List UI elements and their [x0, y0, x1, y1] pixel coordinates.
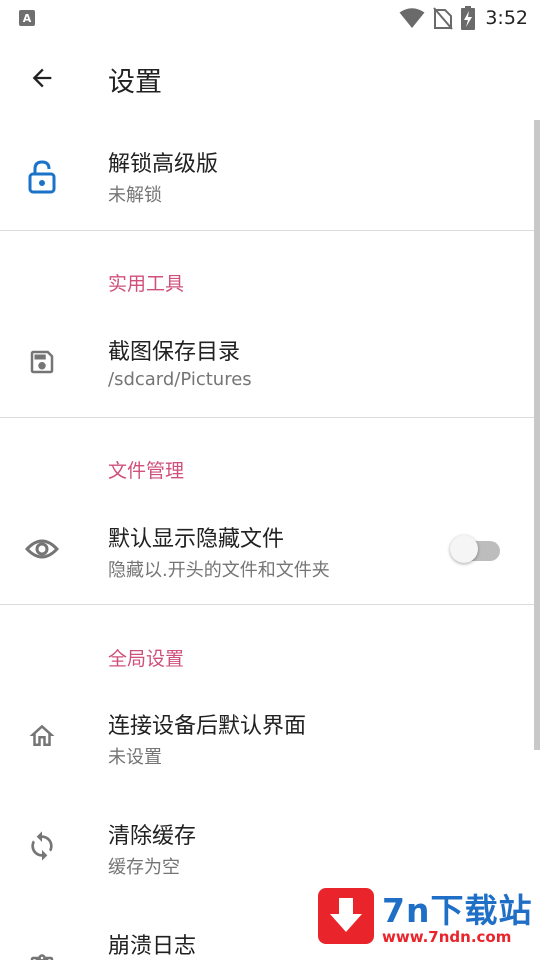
section-header-tools: 实用工具: [108, 273, 185, 295]
watermark-title: 7n下载站: [382, 891, 533, 930]
default-view-title: 连接设备后默认界面: [108, 714, 307, 739]
screenshot-dir-summary: /sdcard/Pictures: [108, 369, 252, 390]
toggle-thumb: [450, 535, 478, 563]
download-icon: [318, 888, 374, 944]
show-hidden-item[interactable]: 默认显示隐藏文件 隐藏以.开头的文件和文件夹: [0, 495, 534, 605]
show-hidden-toggle[interactable]: [450, 531, 502, 563]
clipboard-icon: [20, 946, 64, 960]
default-view-summary: 未设置: [108, 747, 162, 768]
divider: [0, 417, 534, 418]
section-header-global: 全局设置: [108, 648, 185, 670]
screenshot-dir-title: 截图保存目录: [108, 340, 241, 365]
clear-cache-title: 清除缓存: [108, 824, 197, 849]
eye-icon: [20, 527, 64, 571]
divider: [0, 604, 534, 605]
wifi-icon: [399, 7, 425, 29]
back-button[interactable]: [18, 56, 66, 104]
show-hidden-title: 默认显示隐藏文件: [108, 527, 285, 552]
page-title: 设置: [108, 67, 162, 98]
section-header-file-manage: 文件管理: [108, 460, 185, 482]
status-icons: 3:52: [399, 6, 528, 30]
status-bar: A 3:52: [0, 0, 540, 36]
save-icon: [20, 340, 64, 384]
show-hidden-summary: 隐藏以.开头的文件和文件夹: [108, 560, 330, 581]
no-sim-icon: [433, 6, 454, 30]
battery-charging-icon: [461, 6, 476, 30]
status-time: 3:52: [485, 7, 528, 29]
arrow-back-icon: [28, 64, 56, 96]
crash-log-title: 崩溃日志: [108, 934, 197, 959]
toolbar: 设置: [0, 36, 540, 120]
screenshot-dir-item[interactable]: 截图保存目录 /sdcard/Pictures: [0, 308, 534, 418]
default-view-item[interactable]: 连接设备后默认界面 未设置: [0, 682, 534, 792]
notification-app-icon: A: [19, 10, 35, 26]
sync-icon: [20, 824, 64, 868]
lock-open-icon: [20, 155, 64, 199]
unlock-summary: 未解锁: [108, 185, 162, 206]
clear-cache-summary: 缓存为空: [108, 857, 180, 878]
watermark-url: www.7ndn.com: [382, 928, 512, 946]
home-icon: [20, 714, 64, 758]
divider: [0, 230, 534, 231]
unlock-title: 解锁高级版: [108, 152, 219, 177]
scrollbar[interactable]: [534, 120, 540, 750]
watermark: 7n下载站 www.7ndn.com: [316, 884, 533, 950]
unlock-premium-item[interactable]: 解锁高级版 未解锁: [0, 120, 534, 230]
